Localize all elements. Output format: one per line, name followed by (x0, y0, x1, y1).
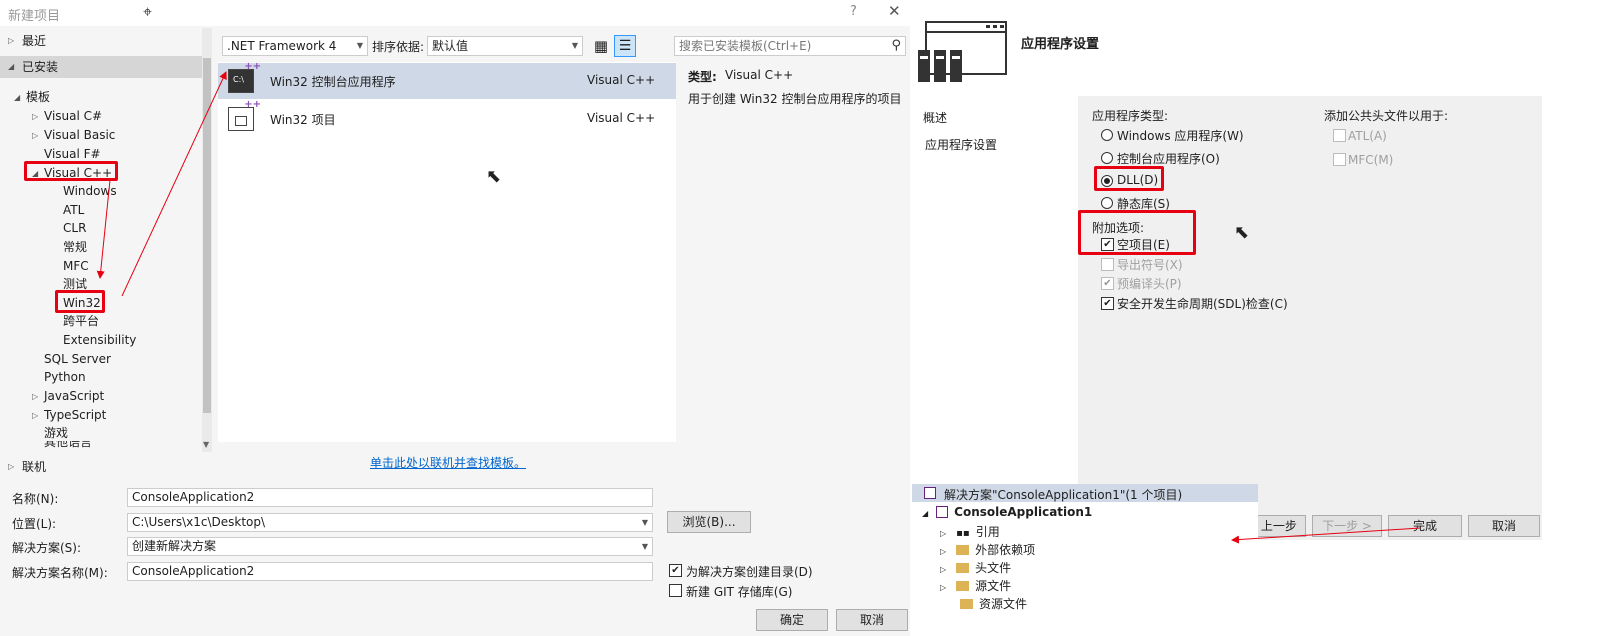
annotation-arrows (96, 71, 1421, 544)
arrow-finish-to-explorer (1231, 527, 1421, 544)
arrow-to-console-template (121, 71, 227, 297)
arrow-to-win32 (96, 179, 111, 279)
